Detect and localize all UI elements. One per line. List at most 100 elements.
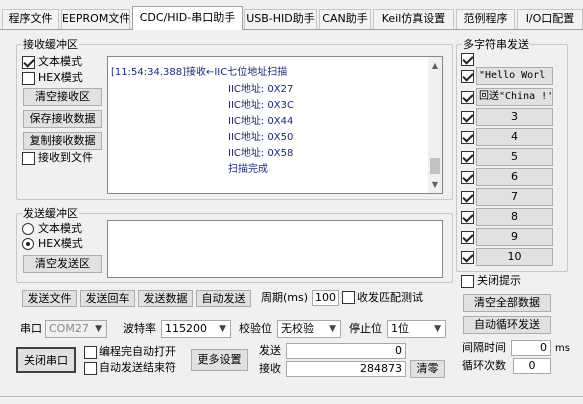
chevron-down-icon: ▼ [434, 324, 441, 334]
receive-buffer-title: 接收缓冲区 [22, 38, 79, 51]
receive-to-file-checkbox[interactable] [22, 152, 35, 165]
tab-io-config[interactable]: I/O口配置 [517, 9, 583, 29]
more-settings-button[interactable]: 更多设置 [191, 349, 248, 371]
multi-item-3-checkbox[interactable] [461, 111, 474, 124]
clear-receive-button[interactable]: 清空接收区 [23, 88, 102, 106]
tab-examples[interactable]: 范例程序 [456, 9, 515, 29]
close-port-button[interactable]: 关闭串口 [16, 347, 76, 373]
receive-text-area[interactable]: [11:54:34.388]接收←IIC七位地址扫描 IIC地址: 0X27 I… [107, 56, 443, 194]
tab-can[interactable]: CAN助手 [319, 9, 371, 29]
interval-unit: ms [555, 343, 570, 354]
baud-label: 波特率 [123, 322, 156, 335]
baud-select[interactable]: 115200 ▼ [161, 320, 231, 338]
multi-item-4-button[interactable]: 4 [476, 128, 553, 146]
multi-item-8-checkbox[interactable] [461, 211, 474, 224]
receive-hex-mode-checkbox[interactable] [22, 72, 35, 85]
multi-item-5-button[interactable]: 5 [476, 148, 553, 166]
port-select[interactable]: COM27 ▼ [45, 320, 107, 338]
receive-line: IIC地址: 0X3C [228, 100, 294, 111]
multi-item-7-button[interactable]: 7 [476, 188, 553, 206]
stop-bit-select[interactable]: 1位 ▼ [387, 320, 446, 338]
received-count-label: 接收 [259, 362, 281, 375]
scroll-up-icon[interactable]: ▲ [428, 61, 442, 70]
received-count-field: 284873 [286, 361, 406, 377]
tab-program-file[interactable]: 程序文件 [2, 9, 59, 29]
sent-count-label: 发送 [259, 344, 281, 357]
send-text-mode-radio[interactable] [22, 223, 34, 235]
multi-item-1-checkbox[interactable] [461, 70, 474, 83]
parity-label: 校验位 [239, 322, 272, 335]
tab-keil-sim[interactable]: Keil仿真设置 [373, 9, 454, 29]
period-label: 周期(ms) [261, 291, 309, 304]
copy-receive-button[interactable]: 复制接收数据 [23, 132, 102, 150]
tab-eeprom-file[interactable]: EEPROM文件 [61, 9, 130, 29]
chevron-down-icon: ▼ [329, 324, 336, 334]
stop-bit-label: 停止位 [349, 322, 382, 335]
multi-item-1-button[interactable]: "Hello Worl [476, 67, 553, 85]
multi-item-2-checkbox[interactable] [461, 91, 474, 104]
multi-item-5-checkbox[interactable] [461, 151, 474, 164]
receive-line: 扫描完成 [228, 164, 268, 175]
multi-item-9-button[interactable]: 9 [476, 228, 553, 246]
send-cr-button[interactable]: 发送回车 [80, 290, 135, 307]
receive-text-mode-label: 文本模式 [38, 55, 82, 68]
period-input[interactable]: 100 [312, 290, 339, 306]
parity-value: 无校验 [281, 322, 314, 335]
multi-item-2-button[interactable]: 回送"China !' [476, 88, 553, 106]
parity-select[interactable]: 无校验 ▼ [277, 320, 341, 338]
save-receive-button[interactable]: 保存接收数据 [23, 110, 102, 128]
receive-scrollbar[interactable]: ▲ ▼ [428, 57, 442, 193]
tab-usb-hid[interactable]: USB-HID助手 [244, 9, 317, 29]
auto-open-checkbox[interactable] [84, 346, 97, 359]
loop-count-label: 循环次数 [462, 359, 506, 372]
scroll-thumb[interactable] [430, 158, 440, 174]
multi-item-0-checkbox[interactable] [461, 53, 474, 66]
multi-item-3-button[interactable]: 3 [476, 108, 553, 126]
multi-item-9-checkbox[interactable] [461, 231, 474, 244]
tab-cdc-hid-serial[interactable]: CDC/HID-串口助手 [132, 6, 243, 30]
receive-to-file-label: 接收到文件 [38, 151, 93, 164]
multi-item-10-button[interactable]: 10 [476, 248, 553, 266]
clear-send-button[interactable]: 清空发送区 [23, 255, 102, 273]
match-test-label: 收发匹配测试 [357, 291, 423, 304]
scroll-down-icon[interactable]: ▼ [428, 180, 442, 189]
receive-text-mode-checkbox[interactable] [22, 56, 35, 69]
interval-input[interactable]: 0 [511, 340, 551, 356]
send-file-button[interactable]: 发送文件 [22, 290, 77, 307]
tab-bar: 程序文件 EEPROM文件 CDC/HID-串口助手 USB-HID助手 CAN… [0, 0, 583, 30]
multi-item-10-checkbox[interactable] [461, 251, 474, 264]
send-buffer-title: 发送缓冲区 [22, 207, 79, 220]
receive-line: IIC地址: 0X50 [228, 132, 294, 143]
clear-all-data-button[interactable]: 清空全部数据 [463, 294, 551, 312]
multi-string-title: 多字符串发送 [462, 38, 530, 51]
send-hex-mode-label: HEX模式 [38, 237, 83, 250]
multi-item-7-checkbox[interactable] [461, 191, 474, 204]
bottom-divider [0, 396, 583, 397]
match-test-checkbox[interactable] [342, 291, 355, 304]
multi-item-6-checkbox[interactable] [461, 171, 474, 184]
chevron-down-icon: ▼ [95, 324, 102, 334]
auto-end-label: 自动发送结束符 [99, 361, 176, 374]
auto-open-label: 编程完自动打开 [99, 345, 176, 358]
baud-value: 115200 [165, 322, 207, 335]
send-hex-mode-radio[interactable] [22, 238, 34, 250]
multi-item-8-button[interactable]: 8 [476, 208, 553, 226]
send-data-button[interactable]: 发送数据 [138, 290, 193, 307]
clear-count-button[interactable]: 清零 [410, 360, 445, 378]
interval-label: 间隔时间 [462, 341, 506, 354]
receive-line: [11:54:34.388]接收←IIC七位地址扫描 [111, 67, 288, 78]
multi-item-6-button[interactable]: 6 [476, 168, 553, 186]
send-text-area[interactable] [107, 220, 443, 278]
auto-end-checkbox[interactable] [84, 362, 97, 375]
auto-loop-send-button[interactable]: 自动循环发送 [463, 316, 551, 334]
receive-line: IIC地址: 0X58 [228, 148, 294, 159]
send-text-mode-label: 文本模式 [38, 222, 82, 235]
port-label: 串口 [20, 322, 42, 335]
close-hint-checkbox[interactable] [461, 275, 474, 288]
receive-line: IIC地址: 0X27 [228, 84, 294, 95]
loop-count-input[interactable]: 0 [513, 358, 551, 374]
port-value: COM27 [49, 322, 89, 335]
auto-send-button[interactable]: 自动发送 [196, 290, 251, 307]
receive-line: IIC地址: 0X44 [228, 116, 294, 127]
multi-item-4-checkbox[interactable] [461, 131, 474, 144]
